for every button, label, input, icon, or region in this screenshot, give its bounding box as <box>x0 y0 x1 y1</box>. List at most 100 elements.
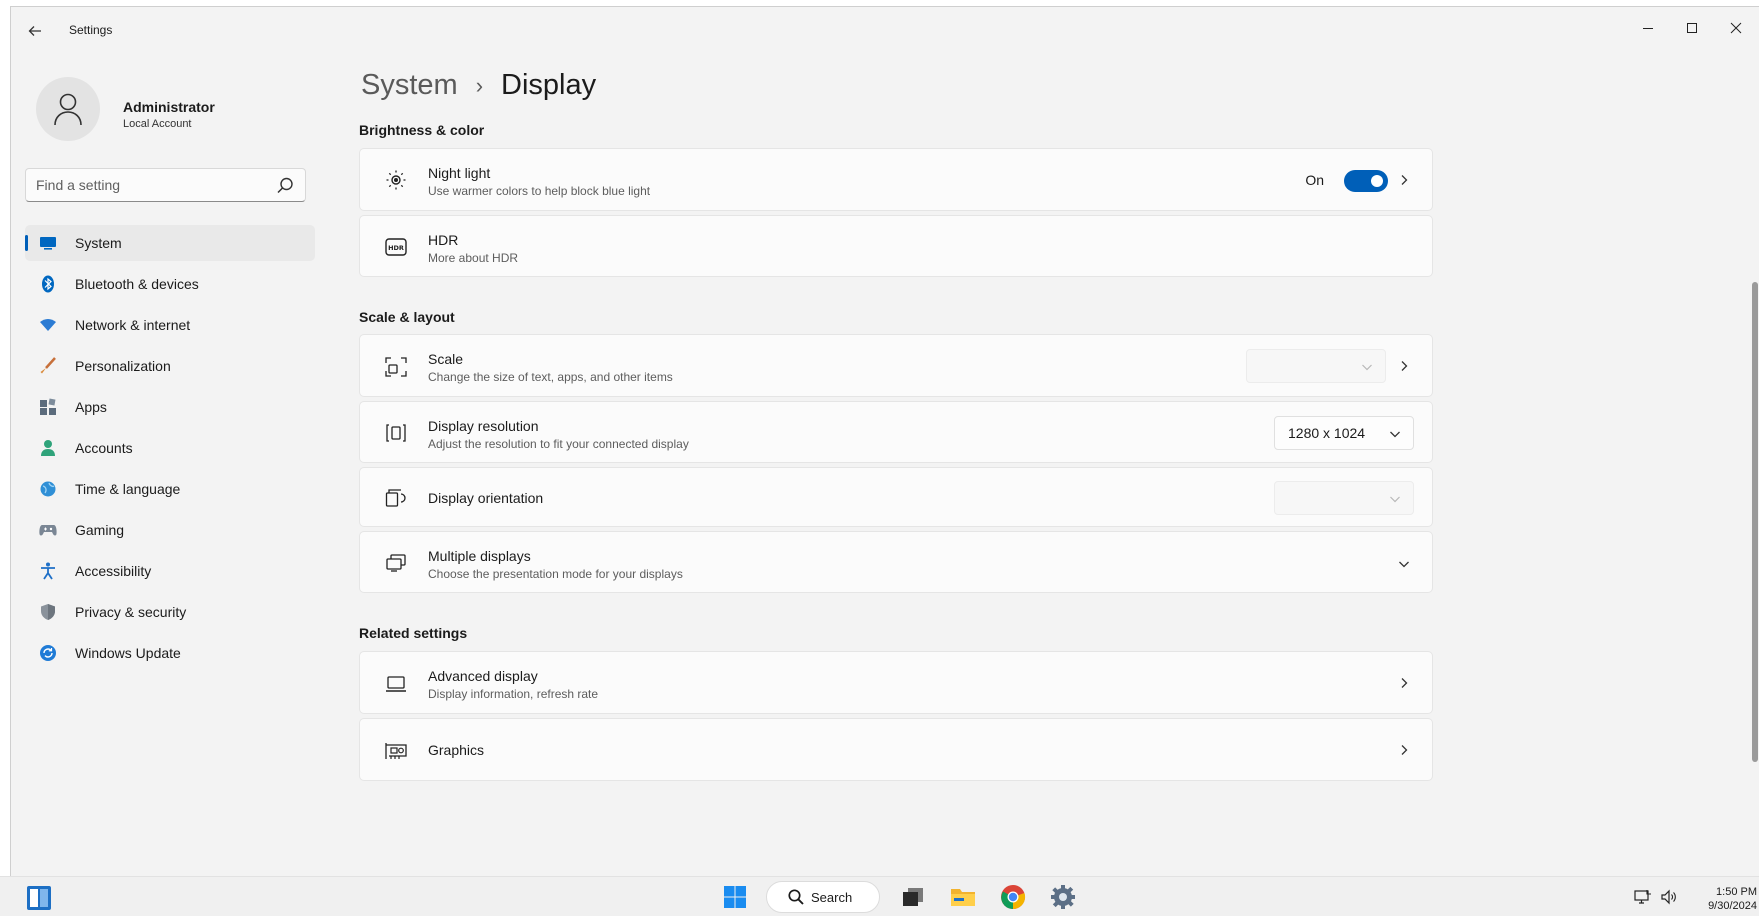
orientation-icon <box>384 486 408 510</box>
scale-subtitle: Change the size of text, apps, and other… <box>428 370 673 384</box>
system-tray <box>1627 887 1679 907</box>
chevron-right-icon[interactable] <box>1398 677 1410 689</box>
search-icon[interactable] <box>275 176 295 196</box>
sun-icon <box>384 168 408 192</box>
scale-card[interactable]: Scale Change the size of text, apps, and… <box>359 334 1433 397</box>
multiple-displays-card[interactable]: Multiple displays Choose the presentatio… <box>359 531 1433 593</box>
chrome-icon <box>1001 885 1026 910</box>
volume-icon[interactable] <box>1659 887 1679 907</box>
settings-search <box>25 168 306 202</box>
chevron-right-icon[interactable] <box>1398 174 1410 186</box>
start-button[interactable] <box>718 881 752 913</box>
multiple-displays-title: Multiple displays <box>428 548 531 564</box>
section-title-brightness: Brightness & color <box>359 122 485 138</box>
taskbar: Search 1:50 PM 9/30/2024 <box>0 876 1759 916</box>
taskbar-apps: Search <box>718 881 1080 913</box>
profile-account-type: Local Account <box>123 118 192 130</box>
sidebar-item-accessibility[interactable]: Accessibility <box>25 553 315 589</box>
task-view-button[interactable] <box>896 881 930 913</box>
multiple-displays-subtitle: Choose the presentation mode for your di… <box>428 567 683 581</box>
sidebar-item-label: Bluetooth & devices <box>75 276 199 292</box>
sidebar-item-windows-update[interactable]: Windows Update <box>25 635 315 671</box>
maximize-icon <box>1687 23 1697 33</box>
settings-window: Settings Administrator Local Account Sys… <box>10 6 1759 876</box>
sidebar-item-bluetooth[interactable]: Bluetooth & devices <box>25 266 315 302</box>
hdr-card[interactable]: HDR HDR More about HDR <box>359 215 1433 277</box>
night-light-subtitle: Use warmer colors to help block blue lig… <box>428 184 651 198</box>
close-button[interactable] <box>1713 13 1759 43</box>
taskbar-search-button[interactable]: Search <box>766 881 880 913</box>
close-icon <box>1730 22 1742 34</box>
scrollbar[interactable] <box>1751 137 1759 876</box>
windows-logo-icon <box>724 886 746 908</box>
display-resolution-title: Display resolution <box>428 418 539 434</box>
hdr-title: HDR <box>428 232 459 248</box>
sidebar-item-gaming[interactable]: Gaming <box>25 512 315 548</box>
sidebar-item-label: Time & language <box>75 481 181 497</box>
chevron-right-icon[interactable] <box>1398 360 1410 372</box>
display-resolution-dropdown[interactable]: 1280 x 1024 <box>1274 416 1414 450</box>
graphics-title: Graphics <box>428 742 485 758</box>
bluetooth-icon <box>38 274 58 294</box>
settings-app-button[interactable] <box>1046 881 1080 913</box>
display-orientation-dropdown[interactable] <box>1274 481 1414 515</box>
wifi-icon <box>38 315 58 335</box>
sidebar-item-privacy[interactable]: Privacy & security <box>25 594 315 630</box>
clock-date: 9/30/2024 <box>1708 900 1757 912</box>
resolution-icon <box>384 421 408 445</box>
file-explorer-button[interactable] <box>946 881 980 913</box>
taskbar-search-label: Search <box>811 889 853 905</box>
person-icon <box>38 438 58 458</box>
advanced-display-title: Advanced display <box>428 668 538 684</box>
back-button[interactable] <box>23 19 47 43</box>
breadcrumb-parent-link[interactable]: System <box>361 69 458 102</box>
sidebar-item-label: Personalization <box>75 358 171 374</box>
brush-icon <box>38 356 58 376</box>
taskbar-clock[interactable]: 1:50 PM 9/30/2024 <box>1693 885 1757 913</box>
chevron-down-icon <box>1362 364 1372 371</box>
chrome-button[interactable] <box>996 881 1030 913</box>
person-icon <box>54 93 82 126</box>
breadcrumb: System › Display <box>361 69 596 102</box>
widgets-icon[interactable] <box>26 885 52 911</box>
search-icon <box>788 889 804 905</box>
minimize-button[interactable] <box>1625 13 1671 43</box>
night-light-toggle[interactable] <box>1344 170 1388 192</box>
sidebar-item-label: Privacy & security <box>75 604 187 620</box>
task-view-icon <box>903 888 923 906</box>
sidebar-nav: System Bluetooth & devices Network & int… <box>25 225 315 676</box>
advanced-display-subtitle: Display information, refresh rate <box>428 687 599 701</box>
breadcrumb-separator: › <box>475 72 484 98</box>
toggle-knob <box>1371 175 1383 187</box>
clock-time: 1:50 PM <box>1716 886 1757 898</box>
search-input[interactable] <box>36 169 266 201</box>
sidebar-item-system[interactable]: System <box>25 225 315 261</box>
profile-name: Administrator <box>123 99 215 115</box>
chevron-down-icon <box>1390 496 1400 503</box>
sidebar-item-label: Network & internet <box>75 317 191 333</box>
chevron-down-icon[interactable] <box>1398 558 1410 570</box>
display-orientation-card: Display orientation <box>359 467 1433 527</box>
section-title-related: Related settings <box>359 625 468 641</box>
sidebar-item-apps[interactable]: Apps <box>25 389 315 425</box>
sidebar-item-personalization[interactable]: Personalization <box>25 348 315 384</box>
minimize-icon <box>1643 28 1653 29</box>
night-light-state-label: On <box>1305 172 1324 188</box>
hdr-subtitle: More about HDR <box>428 251 519 265</box>
scale-dropdown[interactable] <box>1246 349 1386 383</box>
scrollbar-thumb[interactable] <box>1752 282 1758 762</box>
sidebar-item-accounts[interactable]: Accounts <box>25 430 315 466</box>
chevron-right-icon[interactable] <box>1398 744 1410 756</box>
advanced-display-card[interactable]: Advanced display Display information, re… <box>359 651 1433 714</box>
night-light-card[interactable]: Night light Use warmer colors to help bl… <box>359 148 1433 211</box>
sidebar-item-time-language[interactable]: Time & language <box>25 471 315 507</box>
page-title: Display <box>501 69 597 101</box>
update-icon <box>38 643 58 663</box>
sidebar-item-network[interactable]: Network & internet <box>25 307 315 343</box>
gear-icon <box>1051 885 1075 909</box>
accessibility-icon <box>38 561 58 581</box>
sidebar-item-label: Gaming <box>75 522 125 538</box>
maximize-button[interactable] <box>1669 13 1715 43</box>
graphics-card[interactable]: Graphics <box>359 718 1433 781</box>
network-icon[interactable] <box>1633 887 1653 907</box>
